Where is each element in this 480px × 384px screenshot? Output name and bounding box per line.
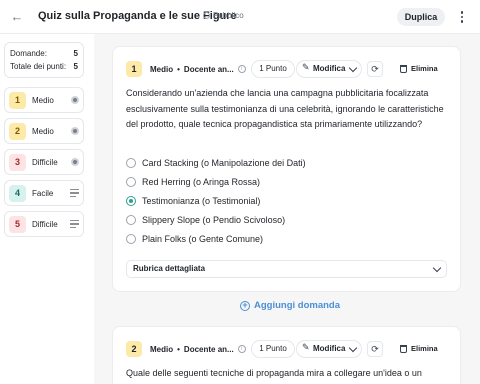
- difficulty-label: Medio: [32, 126, 54, 136]
- radio-button[interactable]: [126, 215, 136, 225]
- back-arrow-icon[interactable]: ←: [10, 9, 24, 25]
- answer-option[interactable]: Red Herring (o Aringa Rossa): [126, 175, 260, 189]
- difficulty-label: Medio: [150, 344, 174, 354]
- plus-circle-icon: +: [240, 300, 250, 311]
- open-answer-icon: [70, 220, 79, 228]
- more-options-icon[interactable]: [455, 9, 469, 25]
- delete-label: Elimina: [411, 64, 438, 73]
- add-question-button[interactable]: + Aggiungi domanda: [240, 300, 340, 311]
- answer-option[interactable]: Card Stacking (o Manipolazione dei Dati): [126, 156, 306, 170]
- difficulty-label: Facile: [32, 188, 54, 198]
- multiple-choice-icon: [71, 96, 79, 104]
- question-number-badge: 5: [9, 215, 26, 233]
- edit-label: Modifica: [313, 344, 346, 353]
- radio-button[interactable]: [126, 177, 136, 187]
- globe-icon: [203, 12, 210, 19]
- question-number-badge: 2: [126, 341, 142, 357]
- radio-button[interactable]: [126, 158, 136, 168]
- multiple-choice-icon: [71, 158, 79, 166]
- question-number-badge: 1: [9, 91, 26, 109]
- top-bar: ← Quiz sulla Propaganda e le sue Figure …: [0, 0, 480, 34]
- stat-points-value: 5: [73, 62, 78, 71]
- trash-icon: [400, 64, 407, 73]
- author-label: Docente an...: [183, 344, 234, 354]
- difficulty-label: Medio: [32, 95, 54, 105]
- option-label: Testimonianza (o Testimonial): [142, 196, 261, 206]
- stat-points-label: Totale dei punti:: [10, 62, 67, 71]
- question-meta: Medio • Docente an...: [150, 64, 234, 74]
- delete-button[interactable]: Elimina: [400, 64, 438, 73]
- question-number-badge: 4: [9, 184, 26, 202]
- difficulty-label: Difficile: [32, 157, 58, 167]
- difficulty-label: Medio: [150, 64, 174, 74]
- delete-label: Elimina: [411, 344, 438, 353]
- question-number-badge: 3: [9, 153, 26, 171]
- open-answer-icon: [70, 189, 79, 197]
- stat-questions-value: 5: [73, 49, 78, 58]
- answer-option-selected[interactable]: Testimonianza (o Testimonial): [126, 194, 260, 208]
- multiple-choice-icon: [71, 127, 79, 135]
- rubric-label: Rubrica dettagliata: [133, 264, 206, 273]
- author-label: Docente an...: [183, 64, 234, 74]
- sidebar-question-3[interactable]: 3 Difficile: [4, 149, 84, 175]
- question-number-badge: 2: [9, 122, 26, 140]
- option-label: Card Stacking (o Manipolazione dei Dati): [142, 158, 306, 168]
- option-label: Plain Folks (o Gente Comune): [142, 234, 264, 244]
- sidebar-question-5[interactable]: 5 Difficile: [4, 211, 84, 237]
- trash-icon: [400, 344, 407, 353]
- pencil-icon: ✎: [302, 342, 310, 352]
- add-question-label: Aggiungi domanda: [254, 300, 341, 311]
- option-label: Red Herring (o Aringa Rossa): [142, 177, 261, 187]
- visibility-badge: Pubblico: [203, 11, 244, 20]
- radio-button-selected[interactable]: [126, 196, 136, 206]
- points-pill[interactable]: 1 Punto: [251, 340, 295, 358]
- sidebar-question-1[interactable]: 1 Medio: [4, 87, 84, 113]
- regenerate-icon[interactable]: ⟳: [367, 341, 383, 357]
- answer-option[interactable]: Slippery Slope (o Pendio Scivoloso): [126, 213, 285, 227]
- points-pill[interactable]: 1 Punto: [251, 60, 295, 78]
- option-label: Slippery Slope (o Pendio Scivoloso): [142, 215, 286, 225]
- question-number-badge: 1: [126, 61, 142, 77]
- difficulty-label: Difficile: [32, 219, 58, 229]
- info-icon[interactable]: i: [237, 345, 246, 353]
- question-header-1: 1 Medio • Docente an... i: [126, 59, 246, 79]
- question-text: Quale delle seguenti tecniche di propaga…: [126, 368, 422, 378]
- rubric-dropdown[interactable]: Rubrica dettagliata: [126, 260, 447, 278]
- quiz-stats: Domande: 5 Totale dei punti: 5: [4, 42, 84, 78]
- question-text: Considerando un'azienda che lancia una c…: [126, 88, 444, 129]
- stat-questions-label: Domande:: [10, 49, 47, 58]
- sidebar-question-4[interactable]: 4 Facile: [4, 180, 84, 206]
- question-header-2: 2 Medio • Docente an... i: [126, 339, 246, 359]
- answer-option[interactable]: Plain Folks (o Gente Comune): [126, 232, 263, 246]
- radio-button[interactable]: [126, 234, 136, 244]
- sidebar-question-2[interactable]: 2 Medio: [4, 118, 84, 144]
- pencil-icon: ✎: [302, 62, 310, 72]
- visibility-label: Pubblico: [213, 11, 244, 20]
- question-sidebar: Domande: 5 Totale dei punti: 5 1 Medio 2…: [0, 34, 94, 384]
- duplicate-button[interactable]: Duplica: [397, 8, 445, 26]
- delete-button[interactable]: Elimina: [400, 344, 438, 353]
- edit-label: Modifica: [313, 64, 346, 73]
- info-icon[interactable]: i: [237, 65, 246, 73]
- question-meta: Medio • Docente an...: [150, 344, 234, 354]
- regenerate-icon[interactable]: ⟳: [367, 61, 383, 77]
